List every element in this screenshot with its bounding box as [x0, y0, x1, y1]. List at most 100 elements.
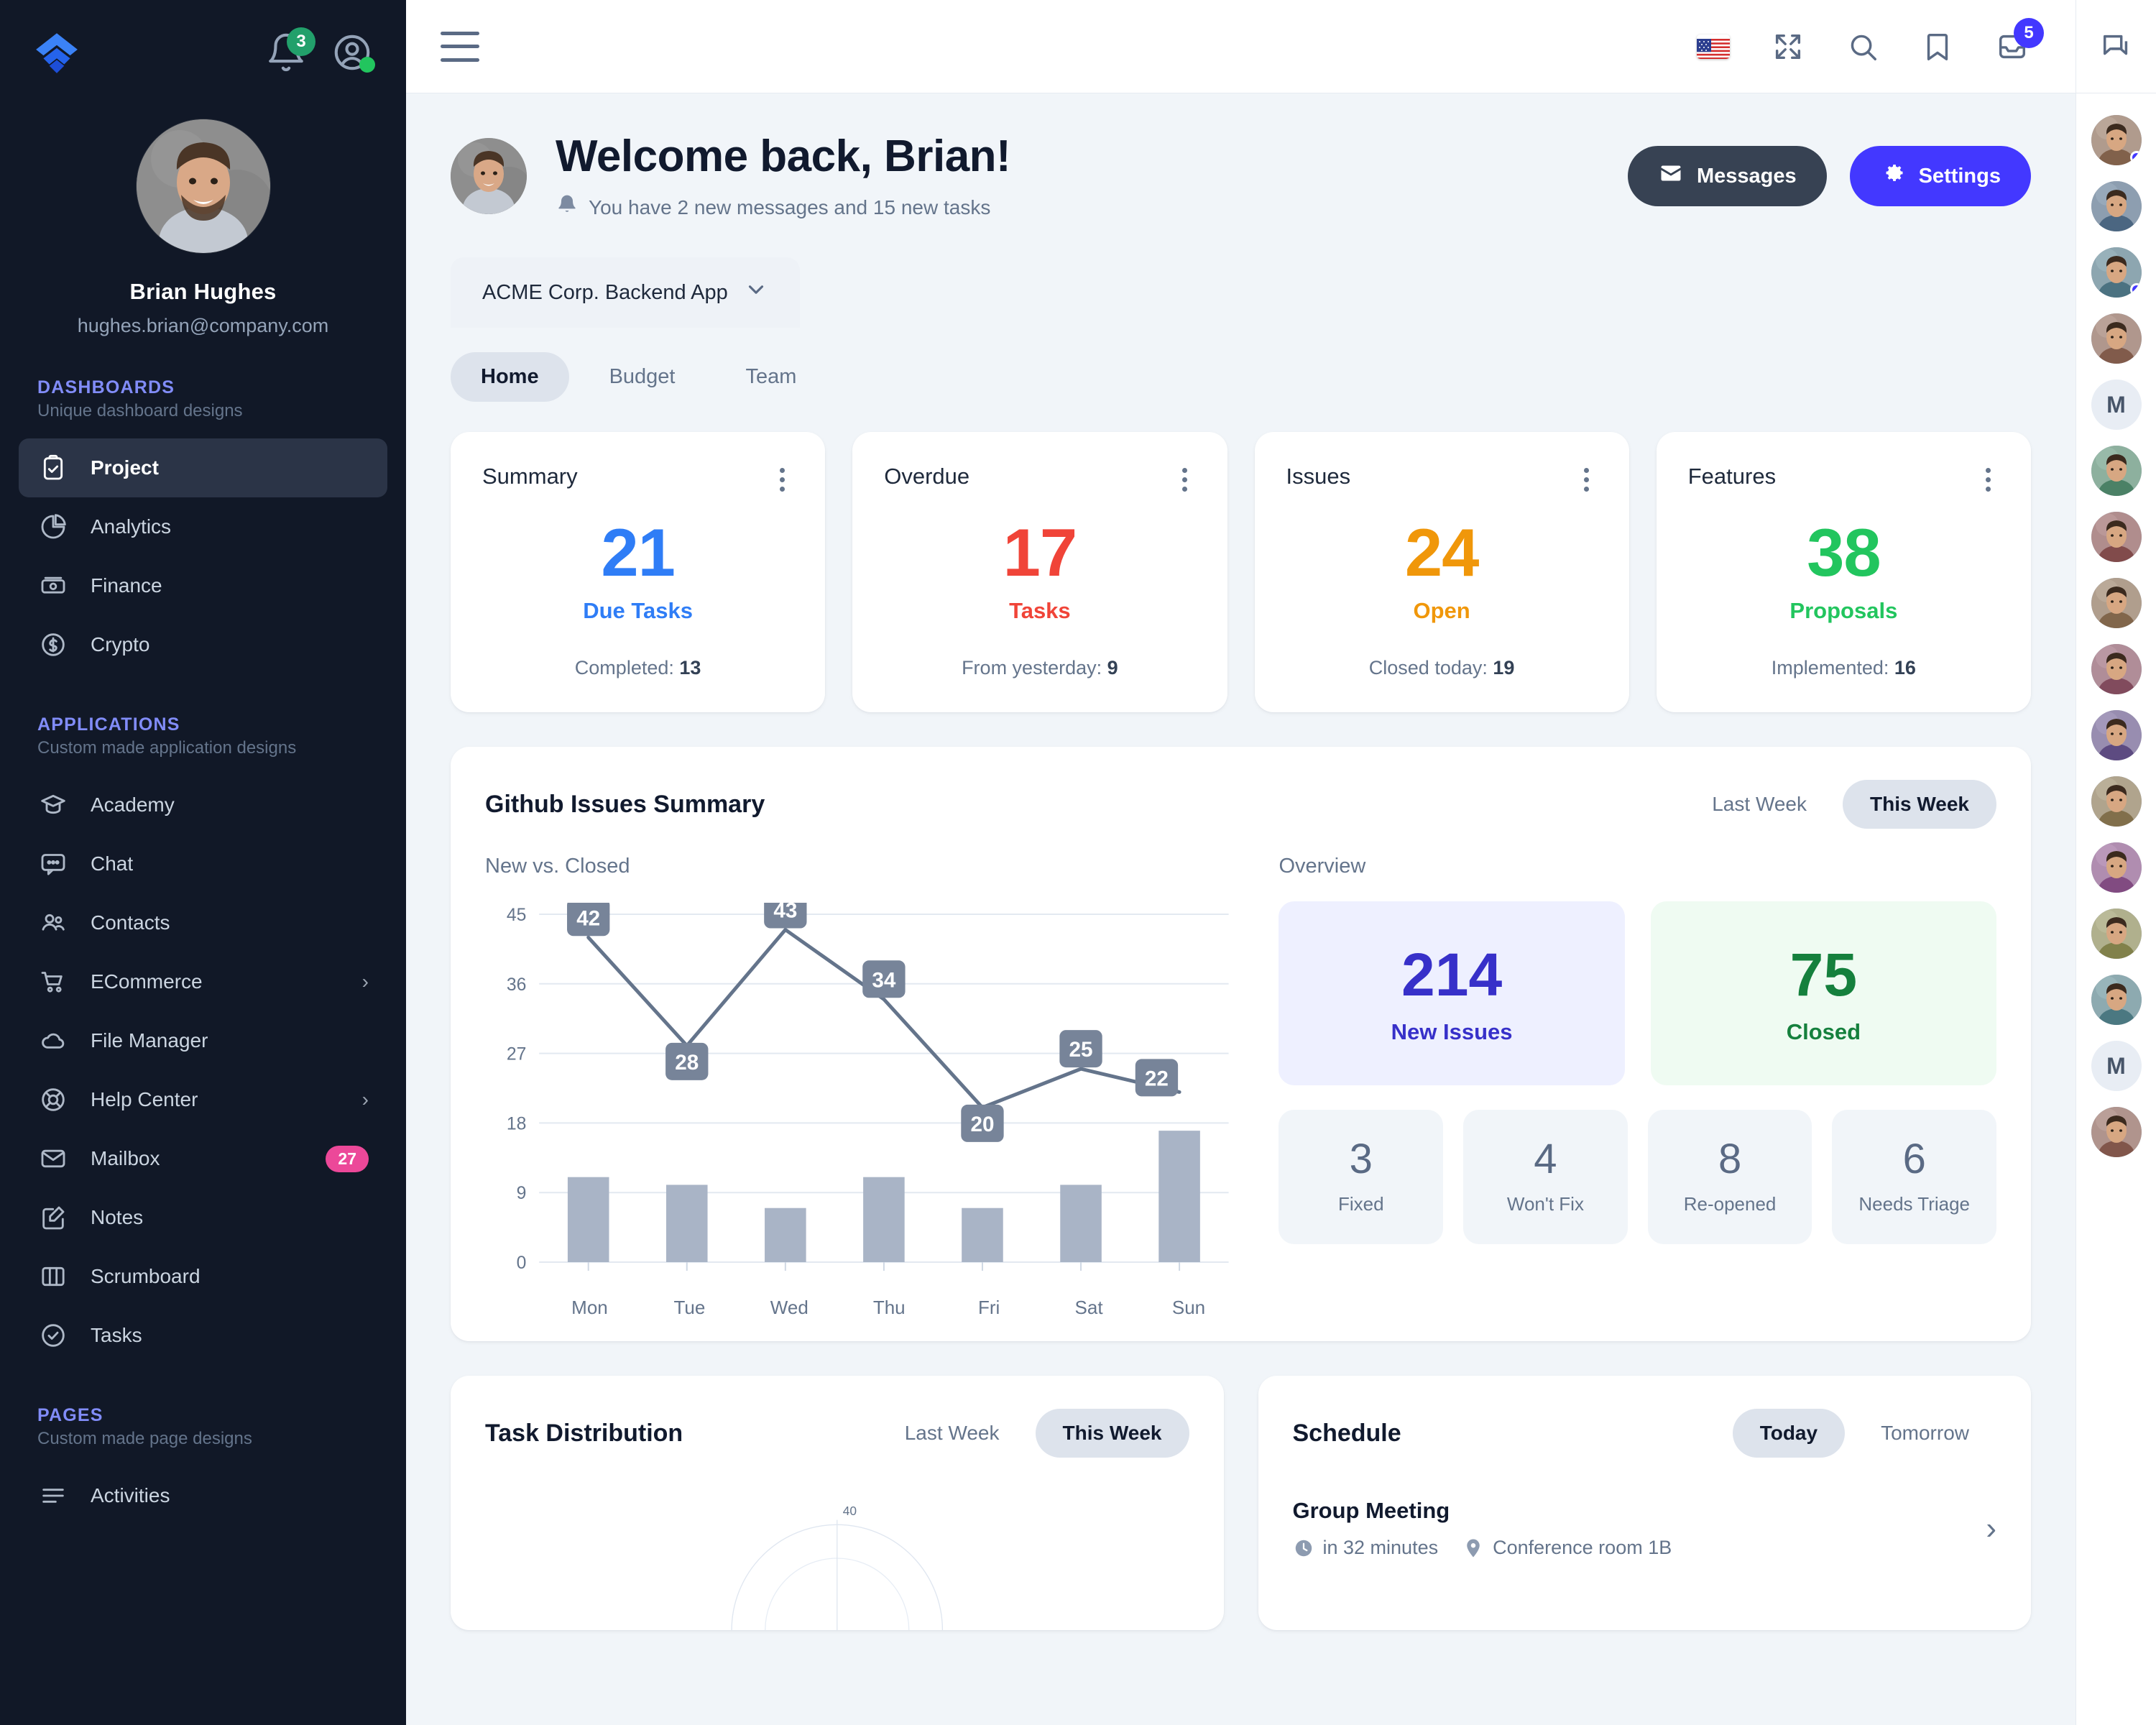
more-options-icon[interactable]: [1575, 464, 1598, 496]
sidebar-item-ecommerce[interactable]: ECommerce ›: [19, 952, 387, 1011]
search-icon[interactable]: [1844, 28, 1881, 65]
chevron-right-icon: ›: [361, 1088, 369, 1110]
contact-avatar[interactable]: [2091, 1107, 2142, 1157]
sidebar-group-dashboards: DASHBOARDS Unique dashboard designs Projec…: [0, 377, 406, 674]
schedule-item[interactable]: Group Meeting in 32 minutes Conference r…: [1293, 1498, 1997, 1559]
contact-avatar[interactable]: M: [2091, 380, 2142, 430]
contact-avatar[interactable]: [2091, 578, 2142, 628]
sidebar-group-items: Project Analytics Finance Crypto: [0, 438, 406, 674]
columns-icon: [37, 1261, 69, 1292]
sidebar-item-label: Academy: [91, 794, 175, 816]
sidebar-item-academy[interactable]: Academy: [19, 776, 387, 834]
sidebar-nav: DASHBOARDS Unique dashboard designs Projec…: [0, 377, 406, 1525]
contact-avatar[interactable]: [2091, 644, 2142, 694]
task-distribution-radar-chart[interactable]: 40: [485, 1486, 1189, 1630]
contact-avatar[interactable]: [2091, 975, 2142, 1025]
stat-card-title: Summary: [482, 464, 578, 489]
tab-budget[interactable]: Budget: [579, 352, 706, 402]
chevron-right-icon[interactable]: ›: [1986, 1512, 1996, 1545]
more-options-icon[interactable]: [771, 464, 793, 496]
stat-card-footer: Completed: 13: [482, 657, 793, 679]
sidebar-item-help-center[interactable]: Help Center ›: [19, 1070, 387, 1129]
github-range-last-week[interactable]: Last Week: [1685, 780, 1834, 829]
stat-card-label: Tasks: [1009, 598, 1071, 623]
new-vs-closed-title: New vs. Closed: [485, 855, 630, 878]
chart-x-axis-labels: Mon Tue Wed Thu Fri Sat Sun: [540, 1297, 1238, 1319]
contact-avatar[interactable]: [2091, 908, 2142, 959]
sidebar-item-tasks[interactable]: Tasks: [19, 1306, 387, 1365]
contact-avatar[interactable]: [2091, 313, 2142, 364]
sidebar-group-pages: PAGES Custom made page designs Activities: [0, 1405, 406, 1525]
github-range-toggle: Last Week This Week: [1685, 780, 1996, 829]
fullscreen-icon[interactable]: [1769, 28, 1807, 65]
svg-text:36: 36: [507, 975, 527, 995]
sidebar-item-finance[interactable]: Finance: [19, 556, 387, 615]
svg-text:28: 28: [675, 1051, 699, 1075]
bookmark-icon[interactable]: [1919, 28, 1956, 65]
sidebar-item-label: Help Center: [91, 1088, 198, 1110]
contact-avatar[interactable]: [2091, 776, 2142, 827]
overview-small-label: Needs Triage: [1858, 1193, 1971, 1215]
schedule-range-tomorrow[interactable]: Tomorrow: [1853, 1409, 1996, 1458]
main-area: 5 Welcome back, Brian! You have 2 new me…: [406, 0, 2076, 1725]
chat-panel-icon[interactable]: [2076, 0, 2156, 93]
app-logo-icon[interactable]: [33, 30, 80, 75]
contact-photo: [2091, 512, 2142, 562]
sidebar-item-scrumboard[interactable]: Scrumboard: [19, 1247, 387, 1306]
settings-button[interactable]: Settings: [1849, 146, 2031, 206]
sidebar-item-notes[interactable]: Notes: [19, 1188, 387, 1247]
welcome-header: Welcome back, Brian! You have 2 new mess…: [406, 93, 2076, 221]
sidebar-item-label: Analytics: [91, 515, 172, 538]
more-options-icon[interactable]: [1977, 464, 1999, 496]
overview-card-new-issues: 214 New Issues: [1279, 901, 1625, 1085]
sidebar-item-analytics[interactable]: Analytics: [19, 497, 387, 556]
radar-axis-max-label: 40: [843, 1504, 857, 1518]
task-range-this-week[interactable]: This Week: [1035, 1409, 1189, 1458]
contact-avatar-initial: M: [2106, 1052, 2126, 1079]
new-vs-closed-chart[interactable]: 0 9 18 27 36 45 42 28 43 34 20 25 22 Mon Tue Wed Thu Fri…: [485, 903, 1238, 1318]
contact-avatar[interactable]: M: [2091, 1041, 2142, 1091]
schedule-item-title: Group Meeting: [1292, 1498, 1450, 1523]
inbox-icon[interactable]: 5: [1994, 17, 2044, 65]
sidebar-item-mailbox[interactable]: Mailbox 27: [19, 1129, 387, 1188]
tab-home[interactable]: Home: [451, 352, 569, 402]
contact-avatar[interactable]: [2091, 181, 2142, 231]
tab-team[interactable]: Team: [716, 352, 827, 402]
bell-icon: [556, 193, 579, 221]
sidebar-item-contacts[interactable]: Contacts: [19, 893, 387, 952]
account-button[interactable]: [331, 32, 375, 73]
schedule-range-today[interactable]: Today: [1732, 1409, 1846, 1458]
sidebar-item-file-manager[interactable]: File Manager: [19, 1011, 387, 1070]
contact-avatar[interactable]: [2091, 115, 2142, 165]
messages-button[interactable]: Messages: [1627, 146, 1827, 206]
welcome-subtitle: You have 2 new messages and 15 new tasks: [589, 196, 991, 218]
more-options-icon[interactable]: [1174, 464, 1196, 496]
contact-avatar[interactable]: [2091, 710, 2142, 760]
contact-avatar[interactable]: [2091, 842, 2142, 893]
schedule-head: Schedule Today Tomorrow: [1293, 1409, 1997, 1458]
sidebar-group-subtitle: Custom made application designs: [37, 738, 297, 758]
hamburger-icon[interactable]: [441, 31, 479, 62]
notifications-button[interactable]: 3: [265, 27, 315, 73]
stat-card-label: Due Tasks: [583, 598, 694, 623]
welcome-avatar[interactable]: [451, 138, 527, 214]
sidebar-item-project[interactable]: Project: [19, 438, 387, 497]
sidebar-profile[interactable]: Brian Hughes hughes.brian@company.com: [0, 75, 406, 337]
users-icon: [37, 907, 69, 939]
stat-card-body: 24 Open: [1286, 496, 1598, 624]
svg-text:45: 45: [507, 905, 527, 925]
sidebar-item-crypto[interactable]: Crypto: [19, 615, 387, 674]
github-issues-panel: Github Issues Summary Last Week This Wee…: [451, 747, 2031, 1341]
github-range-this-week[interactable]: This Week: [1843, 780, 1996, 829]
stat-card-value: 24: [1404, 515, 1480, 590]
task-range-last-week[interactable]: Last Week: [877, 1409, 1027, 1458]
contact-avatar[interactable]: [2091, 247, 2142, 298]
sidebar-item-activities[interactable]: Activities: [19, 1466, 387, 1525]
contact-avatar[interactable]: [2091, 446, 2142, 496]
contact-avatar[interactable]: [2091, 512, 2142, 562]
flag-us-icon[interactable]: [1695, 28, 1732, 65]
contact-photo: [2091, 1107, 2142, 1157]
project-selector[interactable]: ACME Corp. Backend App: [451, 257, 800, 328]
chart-x-label: Sun: [1171, 1297, 1206, 1318]
sidebar-item-chat[interactable]: Chat: [19, 834, 387, 893]
